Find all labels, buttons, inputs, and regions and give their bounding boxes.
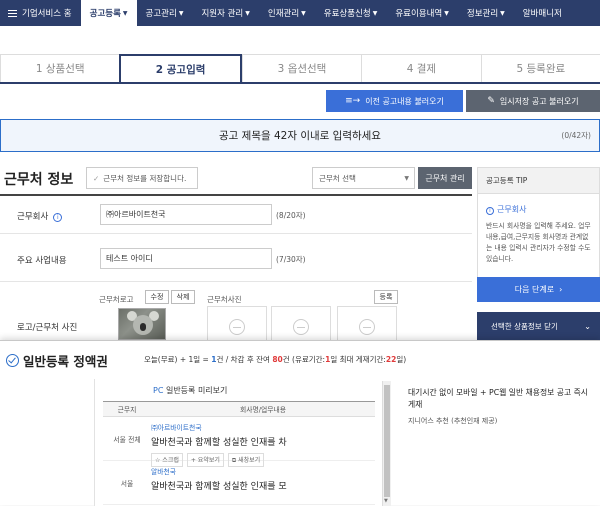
nav-item-post-manage[interactable]: 공고관리 ▼ <box>137 0 193 26</box>
business-label: 주요 사업내용 <box>17 256 67 266</box>
caret-down-icon: ▼ <box>404 174 409 182</box>
preview-scrollbar[interactable]: ▼ <box>382 381 391 506</box>
photo-slot-1[interactable] <box>207 306 267 342</box>
caret-down-icon: ▼ <box>301 9 306 17</box>
photo-slot-2[interactable] <box>271 306 331 342</box>
workplace-select[interactable]: 근무처 선택 ▼ <box>312 167 415 189</box>
tip-panel: 공고등록 TIP i 근무회사 반드시 회사명을 입력해 주세요. 업무내용,급여… <box>477 167 600 281</box>
koala-nose <box>140 323 146 331</box>
table-row[interactable]: 서울 알바천국 알바천국과 함께할 성실한 인재를 모 <box>103 461 375 505</box>
nav-item-paid-apply[interactable]: 유료상품신청 ▼ <box>315 0 387 26</box>
info-icon[interactable]: i <box>53 213 63 222</box>
row-content: ㈜아르바이트천국 알바천국과 함께할 성실한 인재를 차 ☆ 스크랩 + 요약보… <box>151 417 375 467</box>
picture-icon <box>293 319 309 335</box>
workplace-manage-button[interactable]: 근무처 관리 <box>418 167 472 189</box>
nav-item-talent[interactable]: 인재관리 ▼ <box>259 0 315 26</box>
row-region: 서울 <box>120 479 134 488</box>
overlay-right-sub: 지니어스 추천 (추천인재 제공) <box>408 417 498 425</box>
logo-delete-button[interactable]: 삭제 <box>171 290 195 304</box>
preview-panel: PC 일반등록 미리보기 근무지 회사명/업무내용 서울 전체 ㈜아르바이트천국… <box>94 379 388 506</box>
step-tabs: 1 상품선택 2 공고입력 3 옵션선택 4 결제 5 등록완료 <box>0 54 600 84</box>
preview-title: PC 일반등록 미리보기 <box>153 386 228 395</box>
overlay-title: 일반등록 정액권 <box>6 351 108 370</box>
tip-subtitle: i 근무회사 <box>486 204 599 215</box>
edit-doc-icon: ✎ <box>487 96 495 106</box>
post-title-input[interactable]: 공고 제목을 42자 이내로 입력하세요 (0/42자) <box>0 119 600 152</box>
tip-body: 반드시 회사명을 입력해 주세요. 업무내용,급여,근무지등 회사명과 관계없는… <box>486 222 591 263</box>
row-job: 알바천국과 함께할 성실한 인재를 모 <box>151 482 287 492</box>
business-row: 주요 사업내용 테스트 아이디 (7/30자) <box>0 234 472 282</box>
step-post-input: 2 공고입력 <box>119 54 242 82</box>
step-complete: 5 등록완료 <box>480 54 600 82</box>
product-info-overlay: 일반등록 정액권 오늘(무료) + 1일 = 1건 / 차감 후 잔여 80건 … <box>0 340 600 506</box>
preview-table-header: 근무지 회사명/업무내용 <box>103 401 375 417</box>
photo-sub-label: 근무처사진 <box>207 295 242 304</box>
info-icon: i <box>486 207 494 215</box>
company-row: 근무회사 i ㈜아르바이트천국 (8/20자) <box>0 196 472 234</box>
nav-item-applicants[interactable]: 지원자 관리 ▼ <box>192 0 258 26</box>
scrollbar-thumb[interactable] <box>384 385 390 497</box>
menu-icon <box>8 9 17 17</box>
col-company: 회사명/업무내용 <box>239 406 287 414</box>
save-workplace-checkbox[interactable]: ✓ 근무처 정보를 저장합니다. <box>86 167 198 189</box>
company-logo-image <box>118 308 166 340</box>
chevron-down-icon: ⌄ <box>584 321 591 331</box>
overlay-right-main: 대기시간 없이 모바일 + PC웹 일반 채용정보 공고 즉시 게재 <box>408 388 588 409</box>
load-previous-button[interactable]: ≡→ 이전 공고내용 불러오기 <box>326 90 463 112</box>
step-payment: 4 결제 <box>361 54 481 82</box>
company-label: 근무회사 i <box>17 210 63 222</box>
tip-header: 공고등록 TIP <box>478 168 599 194</box>
caret-down-icon: ▼ <box>178 9 184 17</box>
row-content: 알바천국 알바천국과 함께할 성실한 인재를 모 <box>151 461 375 504</box>
overlay-description: 오늘(무료) + 1일 = 1건 / 차감 후 잔여 80건 (유료기간:1일 … <box>144 355 407 364</box>
overlay-right-info: 대기시간 없이 모바일 + PC웹 일반 채용정보 공고 즉시 게재 지니어스 … <box>408 387 594 426</box>
company-input[interactable]: ㈜아르바이트천국 <box>100 204 272 225</box>
nav-item-home[interactable]: 기업서비스 홈 <box>0 0 81 26</box>
scroll-down-icon[interactable]: ▼ <box>384 498 388 504</box>
caret-down-icon: ▼ <box>245 9 250 17</box>
post-title-placeholder: 공고 제목을 42자 이내로 입력하세요 <box>219 130 381 142</box>
picture-icon <box>229 319 245 335</box>
post-title-count: (0/42자) <box>561 131 591 140</box>
check-circle-icon <box>6 354 19 367</box>
logo-sub-label: 근무처로고 <box>99 295 134 304</box>
row-corp: 알바천국 <box>151 468 177 476</box>
row-corp: ㈜아르바이트천국 <box>151 424 202 432</box>
load-temp-button[interactable]: ✎ 임시저장 공고 불러오기 <box>466 90 600 112</box>
nav-item-info[interactable]: 정보관리 ▼ <box>458 0 514 26</box>
logo-modify-button[interactable]: 수정 <box>145 290 169 304</box>
photo-slot-3[interactable] <box>337 306 397 342</box>
company-count: (8/20자) <box>276 211 306 220</box>
col-region: 근무지 <box>117 406 137 414</box>
caret-down-icon: ▼ <box>500 9 505 17</box>
business-input[interactable]: 테스트 아이디 <box>100 248 272 269</box>
top-nav: 기업서비스 홈 공고등록 ▼ 공고관리 ▼ 지원자 관리 ▼ 인재관리 ▼ 유료상품신청… <box>0 0 600 26</box>
nav-item-job-post[interactable]: 공고등록 ▼ <box>80 0 137 26</box>
caret-down-icon: ▼ <box>372 9 378 17</box>
next-step-button[interactable]: 다음 단계로 › <box>477 277 600 302</box>
preview-table: 근무지 회사명/업무내용 서울 전체 ㈜아르바이트천국 알바천국과 함께할 성실… <box>103 401 375 505</box>
chevron-right-icon: › <box>559 285 563 294</box>
close-product-info-button[interactable]: 선택한 상품정보 닫기 ⌄ <box>477 312 600 340</box>
logo-label: 로고/근무처 사진 <box>17 323 78 333</box>
nav-item-paid-history[interactable]: 유료이용내역 ▼ <box>386 0 458 26</box>
row-region: 서울 전체 <box>113 435 141 444</box>
list-arrow-icon: ≡→ <box>345 96 361 106</box>
step-options: 3 옵션선택 <box>241 54 362 82</box>
business-count: (7/30자) <box>276 255 306 264</box>
table-row[interactable]: 서울 전체 ㈜아르바이트천국 알바천국과 함께할 성실한 인재를 차 ☆ 스크랩… <box>103 417 375 467</box>
photo-register-button[interactable]: 등록 <box>374 290 398 304</box>
step-product: 1 상품선택 <box>0 54 120 82</box>
nav-item-albamanager[interactable]: 알바매니저 <box>514 0 571 26</box>
caret-down-icon: ▼ <box>122 9 128 17</box>
row-job: 알바천국과 함께할 성실한 인재를 차 <box>151 438 287 448</box>
caret-down-icon: ▼ <box>444 9 449 17</box>
check-icon: ✓ <box>93 173 100 183</box>
section-title: 근무처 정보 <box>4 172 74 188</box>
picture-icon <box>359 319 375 335</box>
